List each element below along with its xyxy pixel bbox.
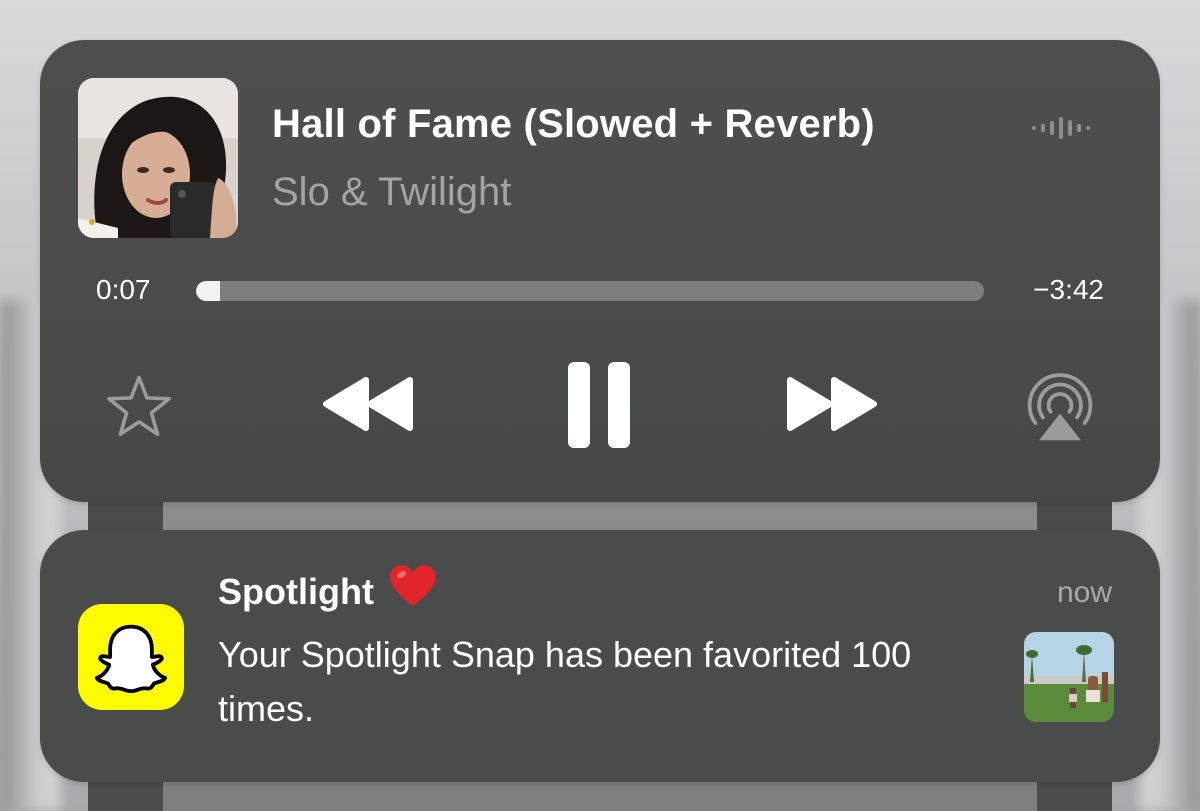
airplay-audio-icon xyxy=(1027,373,1093,441)
track-artist: Slo & Twilight xyxy=(272,170,512,214)
pause-icon xyxy=(568,362,630,448)
backdrop-stack-bottom-inner xyxy=(163,780,1037,811)
album-artwork-image xyxy=(78,78,238,238)
notification-time: now xyxy=(1056,576,1112,609)
audio-waveform-icon xyxy=(1032,116,1094,140)
airplay-button[interactable] xyxy=(1020,366,1100,446)
star-outline-icon xyxy=(107,375,171,436)
remaining-time: −3:42 xyxy=(1033,274,1104,305)
now-playing-widget[interactable]: Hall of Fame (Slowed + Reverb) Slo & Twi… xyxy=(40,40,1160,502)
rewind-button[interactable] xyxy=(320,374,416,434)
forward-button[interactable] xyxy=(784,374,880,434)
rewind-icon xyxy=(323,377,413,431)
notification-card[interactable]: Spotlight now Your Spotlight Snap has be… xyxy=(40,530,1160,782)
track-title: Hall of Fame (Slowed + Reverb) xyxy=(272,102,875,146)
playback-scrubber[interactable] xyxy=(196,281,984,301)
pause-button[interactable] xyxy=(566,360,632,450)
elapsed-time: 0:07 xyxy=(96,274,151,305)
favorite-button[interactable] xyxy=(102,370,176,440)
album-artwork[interactable] xyxy=(78,78,238,238)
notification-title-text: Spotlight xyxy=(218,571,374,613)
fast-forward-icon xyxy=(787,377,877,431)
notification-body: Your Spotlight Snap has been favorited 1… xyxy=(218,634,912,729)
playback-progress-fill xyxy=(196,281,221,301)
notification-title: Spotlight xyxy=(218,564,438,621)
snapchat-ghost-icon xyxy=(78,604,184,710)
snap-thumbnail[interactable] xyxy=(1024,632,1114,722)
red-heart-icon xyxy=(388,564,438,617)
